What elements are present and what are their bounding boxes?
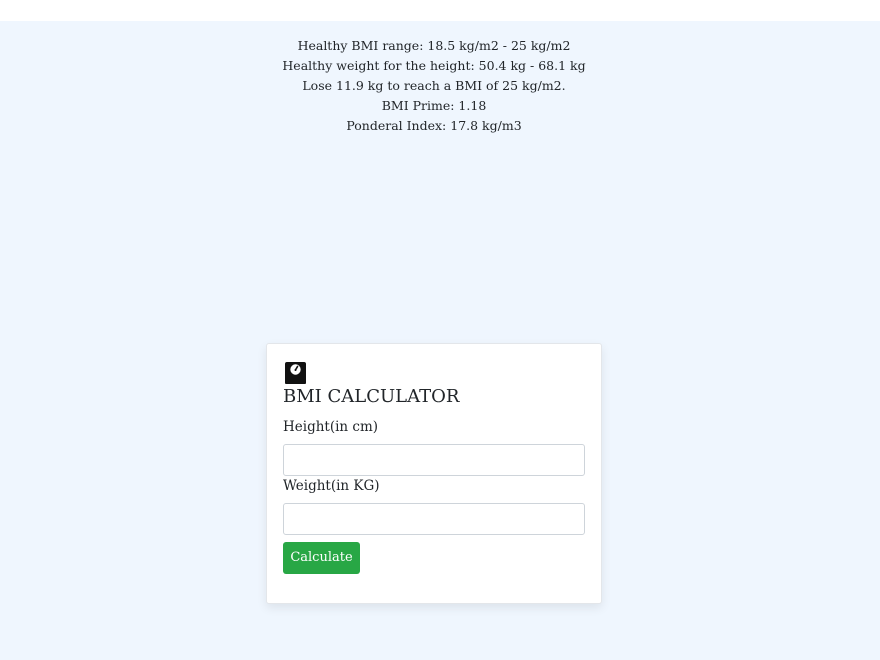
height-input[interactable]: [283, 444, 585, 476]
bmi-results: Healthy BMI range: 18.5 kg/m2 - 25 kg/m2…: [0, 36, 868, 136]
weight-scale-icon: [285, 362, 306, 384]
page-background: Healthy BMI range: 18.5 kg/m2 - 25 kg/m2…: [0, 21, 880, 660]
bmi-prime-text: BMI Prime: 1.18: [381, 98, 487, 113]
weight-label: Weight(in KG): [283, 478, 380, 494]
calculate-button[interactable]: Calculate: [283, 542, 360, 574]
healthy-weight-text: Healthy weight for the height: 50.4 kg -…: [282, 58, 586, 73]
ponderal-index-text: Ponderal Index: 17.8 kg/m3: [346, 118, 522, 133]
calculator-title: BMI CALCULATOR: [283, 386, 460, 407]
weight-input[interactable]: [283, 503, 585, 535]
height-label: Height(in cm): [283, 419, 379, 435]
bmi-calculator-card: BMI CALCULATOR Height(in cm) Weight(in K…: [266, 343, 602, 604]
healthy-bmi-range-text: Healthy BMI range: 18.5 kg/m2 - 25 kg/m2: [297, 38, 571, 53]
lose-weight-text: Lose 11.9 kg to reach a BMI of 25 kg/m2.: [302, 78, 566, 93]
